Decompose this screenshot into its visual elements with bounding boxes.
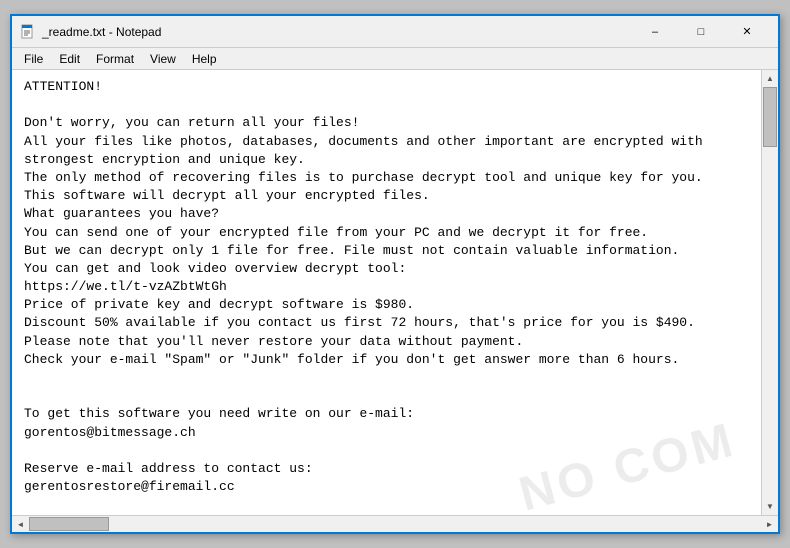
title-bar-controls: – □ ✕ <box>632 16 770 48</box>
vertical-scrollbar[interactable]: ▲ ▼ <box>761 70 778 515</box>
menu-view[interactable]: View <box>142 50 184 68</box>
menu-file[interactable]: File <box>16 50 51 68</box>
maximize-button[interactable]: □ <box>678 16 724 48</box>
scroll-thumb-v[interactable] <box>763 87 777 147</box>
close-button[interactable]: ✕ <box>724 16 770 48</box>
minimize-button[interactable]: – <box>632 16 678 48</box>
text-editor[interactable]: ATTENTION! Don't worry, you can return a… <box>12 70 761 515</box>
notepad-icon <box>20 24 36 40</box>
scroll-up-arrow[interactable]: ▲ <box>762 70 779 87</box>
notepad-window: _readme.txt - Notepad – □ ✕ File Edit Fo… <box>10 14 780 534</box>
scroll-track-v[interactable] <box>762 87 778 498</box>
content-area: ATTENTION! Don't worry, you can return a… <box>12 70 778 515</box>
scroll-track-h[interactable] <box>29 516 761 532</box>
menu-bar: File Edit Format View Help <box>12 48 778 70</box>
horizontal-scrollbar[interactable]: ◄ ► <box>12 515 778 532</box>
menu-format[interactable]: Format <box>88 50 142 68</box>
scroll-left-arrow[interactable]: ◄ <box>12 516 29 533</box>
scroll-down-arrow[interactable]: ▼ <box>762 498 779 515</box>
scroll-thumb-h[interactable] <box>29 517 109 531</box>
title-bar: _readme.txt - Notepad – □ ✕ <box>12 16 778 48</box>
menu-help[interactable]: Help <box>184 50 225 68</box>
title-bar-text: _readme.txt - Notepad <box>42 25 632 39</box>
scroll-right-arrow[interactable]: ► <box>761 516 778 533</box>
menu-edit[interactable]: Edit <box>51 50 88 68</box>
